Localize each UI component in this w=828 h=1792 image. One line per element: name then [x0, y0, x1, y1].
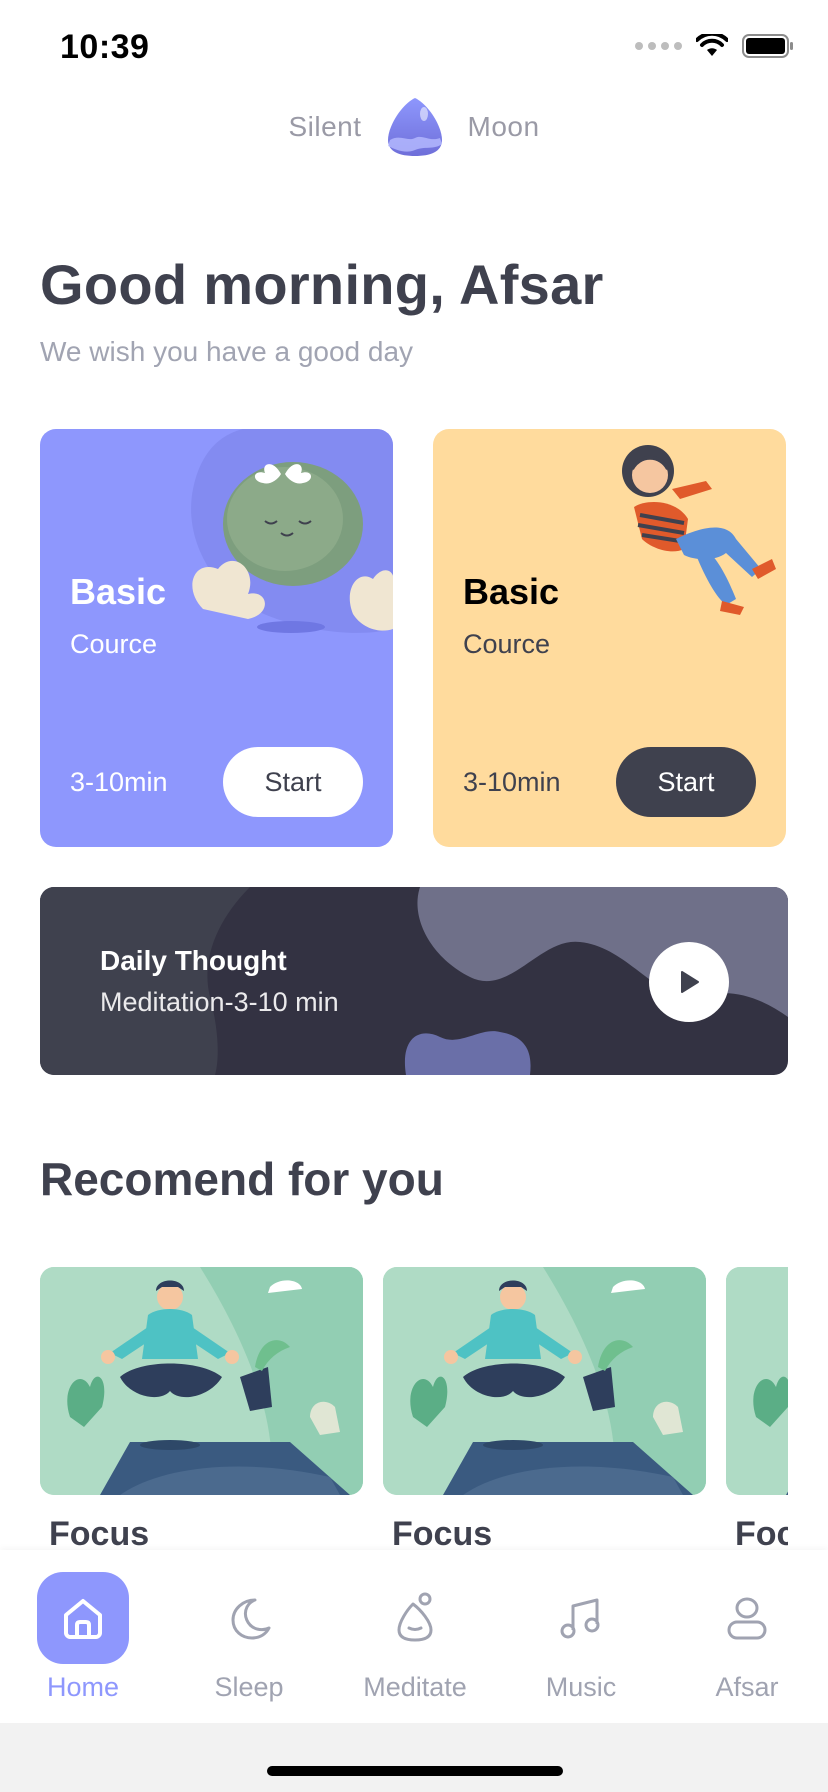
apple-meditation-illustration	[191, 429, 393, 633]
course-title: Basic	[463, 571, 560, 612]
daily-thought-banner[interactable]: Daily Thought Meditation-3-10 min	[40, 887, 788, 1075]
daily-title: Daily Thought	[100, 945, 287, 976]
recommend-item-focus[interactable]: Focus	[726, 1267, 788, 1547]
nav-label: Meditate	[363, 1672, 467, 1702]
focus-thumbnail	[40, 1267, 363, 1495]
brand-header: Silent Moon	[0, 96, 828, 158]
status-icons	[635, 34, 794, 58]
focus-thumbnail	[383, 1267, 706, 1495]
recommend-title: Recomend for you	[40, 1153, 444, 1205]
course-duration: 3-10min	[70, 767, 168, 797]
course-duration: 3-10min	[463, 767, 561, 797]
home-icon	[64, 1599, 102, 1639]
nav-item-music[interactable]: Music	[498, 1572, 664, 1703]
nav-item-sleep[interactable]: Sleep	[166, 1572, 332, 1703]
relaxing-person-illustration	[622, 445, 776, 615]
home-indicator-area	[0, 1723, 828, 1792]
recommend-label: Focus	[49, 1515, 150, 1547]
greeting-title: Good morning, Afsar	[40, 253, 604, 316]
focus-thumbnail	[726, 1267, 788, 1495]
course-card-basic-1[interactable]: Basic Cource 3-10min Start	[40, 429, 393, 847]
greeting-subtitle: We wish you have a good day	[40, 336, 414, 367]
moon-icon	[231, 1598, 271, 1640]
play-icon	[681, 971, 699, 993]
recommend-item-focus[interactable]: Focus	[40, 1267, 363, 1547]
daily-subtitle: Meditation-3-10 min	[100, 987, 339, 1017]
meditating-man-illustration	[40, 1267, 363, 1495]
course-subtitle: Cource	[70, 629, 158, 659]
recommend-label: Focus	[392, 1515, 493, 1547]
home-indicator[interactable]	[267, 1766, 563, 1776]
start-button[interactable]: Start	[223, 747, 363, 817]
status-time: 10:39	[60, 28, 150, 66]
nav-label: Afsar	[715, 1672, 779, 1702]
nav-item-home[interactable]: Home	[0, 1572, 166, 1703]
start-button[interactable]: Start	[616, 747, 756, 817]
meditating-man-illustration	[383, 1267, 706, 1495]
play-button[interactable]	[649, 942, 729, 1022]
brand-right-text: Moon	[467, 111, 540, 142]
user-icon	[727, 1597, 767, 1640]
nav-label: Music	[545, 1672, 617, 1702]
bottom-nav: Home Sleep Meditate Music Afsar	[0, 1550, 828, 1723]
silent-moon-logo-icon	[387, 98, 442, 156]
course-title: Basic	[70, 571, 167, 612]
music-icon	[560, 1598, 600, 1639]
meditate-icon	[397, 1592, 433, 1642]
course-subtitle: Cource	[463, 629, 551, 659]
nav-item-meditate[interactable]: Meditate	[332, 1572, 498, 1703]
recommend-label: Focus	[735, 1515, 788, 1547]
nav-label: Sleep	[214, 1672, 284, 1702]
course-card-basic-2[interactable]: Basic Cource 3-10min Start	[433, 429, 786, 847]
nav-label: Home	[46, 1672, 120, 1702]
signal-icon	[635, 42, 682, 50]
recommend-item-focus[interactable]: Focus	[383, 1267, 706, 1547]
brand-left-text: Silent	[288, 111, 362, 142]
nav-item-profile[interactable]: Afsar	[664, 1572, 828, 1703]
meditating-man-illustration	[726, 1267, 788, 1495]
recommend-list[interactable]: Focus Focus Foc	[40, 1267, 788, 1547]
battery-icon	[742, 34, 793, 58]
wifi-icon	[696, 34, 728, 56]
